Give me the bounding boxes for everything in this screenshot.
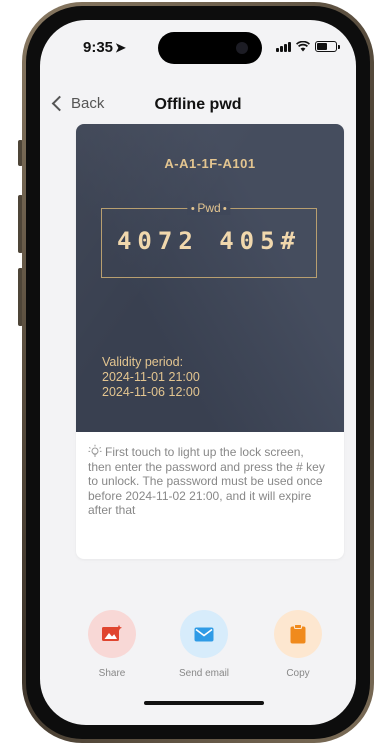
battery-icon xyxy=(315,41,340,52)
room-name: A-A1-1F-A101 xyxy=(164,156,256,171)
phone-screen: 9:35 ➤ Back Offline pwd A-A1-1F-A101 Pwd… xyxy=(40,20,356,725)
home-indicator xyxy=(144,701,264,705)
page-title: Offline pwd xyxy=(154,96,242,113)
password-value: 4072 405# xyxy=(116,227,302,255)
status-icons xyxy=(276,41,340,52)
cellular-signal-icon xyxy=(276,41,291,52)
lightbulb-icon xyxy=(88,444,102,457)
copy-label: Copy xyxy=(286,668,310,679)
share-label: Share xyxy=(98,668,126,679)
mail-icon xyxy=(194,627,214,641)
wifi-icon xyxy=(296,41,310,52)
password-panel: A-A1-1F-A101 Pwd 4072 405# Validity peri… xyxy=(76,124,344,432)
validity-end: 2024-11-06 12:00 xyxy=(102,385,200,399)
share-circle xyxy=(88,610,136,658)
tip-text: First touch to light up the lock screen,… xyxy=(88,445,325,517)
send-email-button[interactable]: Send email xyxy=(164,610,244,679)
validity-title: Validity period: xyxy=(102,355,184,369)
share-image-icon xyxy=(102,624,122,641)
share-button[interactable]: Share xyxy=(72,610,152,679)
password-box: Pwd 4072 405# xyxy=(101,201,317,278)
dynamic-island xyxy=(158,32,262,64)
password-card: A-A1-1F-A101 Pwd 4072 405# Validity peri… xyxy=(76,124,344,559)
usage-tip: First touch to light up the lock screen,… xyxy=(88,444,328,518)
clipboard-icon xyxy=(290,624,306,644)
send-email-circle xyxy=(180,610,228,658)
phone-bezel: 9:35 ➤ Back Offline pwd A-A1-1F-A101 Pwd… xyxy=(26,6,370,739)
copy-button[interactable]: Copy xyxy=(258,610,338,679)
send-email-label: Send email xyxy=(178,668,230,679)
validity-start: 2024-11-01 21:00 xyxy=(102,370,200,384)
location-arrow-icon: ➤ xyxy=(115,40,126,55)
phone-frame: 9:35 ➤ Back Offline pwd A-A1-1F-A101 Pwd… xyxy=(22,2,374,743)
status-time: 9:35 ➤ xyxy=(83,39,126,56)
validity-period: Validity period: 2024-11-01 21:00 2024-1… xyxy=(102,355,200,400)
password-label: Pwd xyxy=(187,201,231,215)
front-camera xyxy=(236,42,248,54)
copy-circle xyxy=(274,610,322,658)
